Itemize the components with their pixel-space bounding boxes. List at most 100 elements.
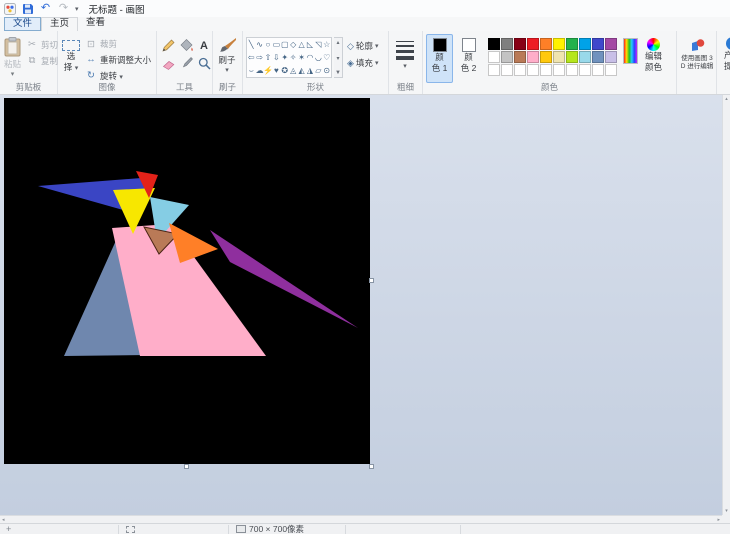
shape-option[interactable]: ▢ [281, 38, 289, 51]
scroll-left-icon[interactable]: ◂ [2, 517, 5, 523]
palette-swatch[interactable] [553, 51, 565, 63]
palette-swatch[interactable] [579, 64, 591, 76]
shapes-more-icon[interactable]: ▼ [335, 70, 341, 76]
color1-button[interactable]: 颜 色 1 [426, 34, 453, 83]
shape-option[interactable]: △ [297, 38, 305, 51]
palette-swatch[interactable] [540, 64, 552, 76]
pencil-tool-button[interactable] [160, 38, 176, 54]
shape-option[interactable]: ✧ [289, 51, 297, 64]
shape-option[interactable]: ▭ [272, 38, 281, 51]
undo-icon[interactable]: ↶ [39, 2, 52, 15]
edit-colors-button[interactable]: 编辑 颜色 [640, 34, 667, 83]
palette-swatch[interactable] [488, 38, 500, 50]
shape-option[interactable]: ⇨ [255, 51, 263, 64]
shape-option[interactable]: ☆ [323, 38, 331, 51]
scroll-up-icon[interactable]: ▴ [725, 96, 728, 102]
copy-button[interactable]: ⧉ 复制 [24, 53, 60, 68]
shape-option[interactable]: ⊙ [323, 64, 331, 77]
fill-tool-button[interactable] [178, 38, 194, 54]
shape-option[interactable]: ♡ [323, 51, 331, 64]
shapes-scroll-down-icon[interactable]: ▾ [336, 55, 339, 62]
shape-option[interactable]: ╲ [247, 38, 255, 51]
shapes-gallery-scrollbar[interactable]: ▴ ▾ ▼ [334, 37, 343, 78]
palette-swatch[interactable] [605, 64, 617, 76]
scroll-down-icon[interactable]: ▾ [725, 508, 728, 514]
palette-swatch[interactable] [605, 51, 617, 63]
vertical-scrollbar[interactable]: ▴ ▾ [722, 95, 730, 515]
shape-option[interactable]: ✪ [281, 64, 289, 77]
palette-swatch[interactable] [501, 64, 513, 76]
palette-swatch[interactable] [566, 64, 578, 76]
shapes-scroll-up-icon[interactable]: ▴ [336, 39, 339, 46]
palette-swatch[interactable] [592, 51, 604, 63]
palette-swatch[interactable] [527, 51, 539, 63]
crop-button[interactable]: ⊡ 裁剪 [83, 37, 153, 52]
shape-option[interactable]: ◹ [314, 38, 322, 51]
palette-swatch[interactable] [488, 51, 500, 63]
shape-option[interactable]: ♥ [272, 64, 280, 77]
shape-option[interactable]: ◬ [289, 64, 297, 77]
quick-access-dropdown-icon[interactable]: ▾ [75, 5, 79, 13]
color2-button[interactable]: 颜 色 2 [455, 34, 482, 83]
shape-option[interactable]: ▱ [314, 64, 322, 77]
brushes-button[interactable]: 刷子 ▾ [216, 34, 238, 83]
canvas-resize-handle-corner[interactable] [369, 464, 374, 469]
tab-home[interactable]: 主页 [41, 17, 79, 31]
shape-option[interactable]: ⚡ [263, 64, 273, 77]
product-alerts-button[interactable]: i 产品 提醒 [723, 34, 730, 83]
drawing-canvas[interactable] [4, 98, 370, 464]
shape-option[interactable]: ∿ [255, 38, 263, 51]
palette-swatch[interactable] [592, 64, 604, 76]
palette-swatch[interactable] [592, 38, 604, 50]
palette-swatch[interactable] [540, 38, 552, 50]
palette-swatch[interactable] [579, 51, 591, 63]
shape-option[interactable]: ◭ [297, 64, 305, 77]
tab-file[interactable]: 文件 [4, 17, 42, 31]
redo-icon[interactable]: ↷ [57, 2, 70, 15]
text-tool-button[interactable]: A [196, 38, 212, 54]
palette-swatch[interactable] [514, 51, 526, 63]
shape-outline-button[interactable]: ◇ 轮廓 ▾ [347, 39, 378, 53]
shape-option[interactable]: ◺ [306, 38, 314, 51]
palette-swatch[interactable] [553, 38, 565, 50]
select-button[interactable]: 选 择 ▾ [61, 34, 81, 83]
shape-option[interactable]: ◮ [306, 64, 314, 77]
shape-fill-button[interactable]: ◈ 填充 ▾ [347, 56, 378, 70]
edit-with-paint3d-button[interactable]: 使用画图 3 D 进行编辑 [680, 34, 715, 83]
shape-option[interactable]: ✦ [281, 51, 289, 64]
scroll-right-icon[interactable]: ▸ [717, 517, 720, 523]
canvas-artwork[interactable] [4, 98, 370, 464]
horizontal-scrollbar[interactable]: ◂ ▸ [0, 515, 722, 523]
shape-option[interactable]: ⇦ [247, 51, 255, 64]
palette-swatch[interactable] [540, 51, 552, 63]
resize-button[interactable]: ↔ 重新调整大小 [83, 53, 153, 68]
palette-swatch[interactable] [527, 38, 539, 50]
shape-option[interactable]: ⇧ [264, 51, 272, 64]
shape-option[interactable]: ⌣ [247, 64, 255, 77]
canvas-resize-handle-right[interactable] [369, 278, 374, 283]
palette-swatch[interactable] [501, 38, 513, 50]
palette-swatch[interactable] [579, 38, 591, 50]
cut-button[interactable]: ✂ 剪切 [24, 37, 60, 52]
color-picker-tool-button[interactable] [178, 56, 194, 72]
palette-swatch[interactable] [527, 64, 539, 76]
palette-swatch[interactable] [514, 64, 526, 76]
palette-swatch[interactable] [566, 38, 578, 50]
shape-option[interactable]: ◠ [306, 51, 314, 64]
palette-swatch[interactable] [501, 51, 513, 63]
save-icon[interactable] [21, 2, 34, 15]
eraser-tool-button[interactable] [160, 56, 176, 72]
shape-option[interactable]: ○ [264, 38, 272, 51]
shape-option[interactable]: ⇩ [272, 51, 280, 64]
rainbow-gradient-swatch[interactable] [623, 38, 638, 64]
canvas-resize-handle-bottom[interactable] [184, 464, 189, 469]
stroke-size-button[interactable]: ▾ [392, 34, 418, 83]
shape-option[interactable]: ◇ [289, 38, 297, 51]
palette-swatch[interactable] [488, 64, 500, 76]
palette-swatch[interactable] [514, 38, 526, 50]
tab-view[interactable]: 查看 [78, 17, 113, 31]
palette-swatch[interactable] [605, 38, 617, 50]
palette-swatch[interactable] [553, 64, 565, 76]
magnifier-tool-button[interactable] [196, 56, 212, 72]
paste-button[interactable]: 粘贴 ▾ [3, 34, 22, 83]
